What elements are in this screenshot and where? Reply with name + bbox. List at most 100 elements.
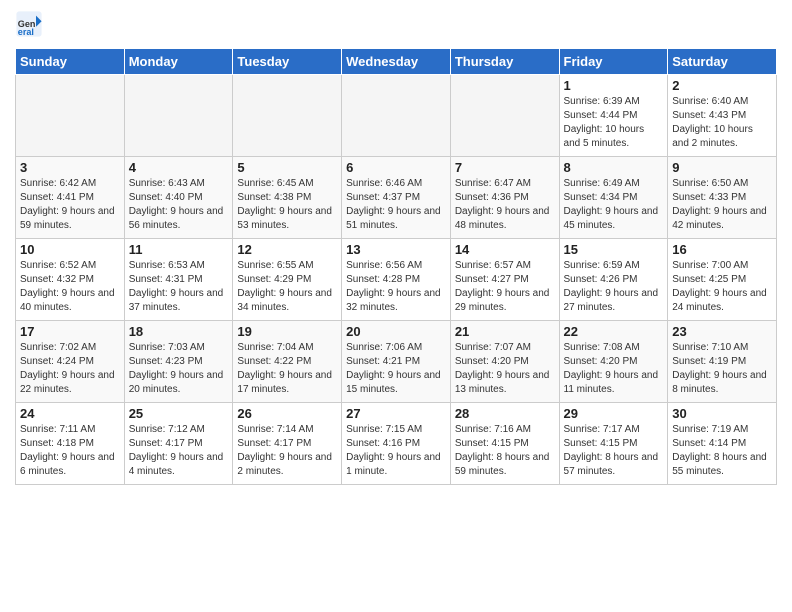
calendar-cell: 15Sunrise: 6:59 AMSunset: 4:26 PMDayligh… <box>559 239 668 321</box>
day-number: 12 <box>237 242 337 257</box>
day-info: Sunrise: 7:07 AMSunset: 4:20 PMDaylight:… <box>455 341 555 397</box>
day-number: 24 <box>20 406 120 421</box>
calendar-cell <box>342 75 451 157</box>
calendar-cell: 24 Sunrise: 7:11 AMSunset: 4:18 PMDayligh… <box>16 403 125 485</box>
calendar-header: SundayMondayTuesdayWednesdayThursdayFrid… <box>16 49 777 75</box>
calendar-cell <box>124 75 233 157</box>
day-number: 21 <box>455 324 555 339</box>
day-number: 15 <box>564 242 664 257</box>
calendar-cell: 13 Sunrise: 6:56 AMSunset: 4:28 PMDayligh… <box>342 239 451 321</box>
day-info: Sunrise: 7:04 AMSunset: 4:22 PMDaylight:… <box>237 341 337 397</box>
day-number: 14 <box>455 242 555 257</box>
page: Gen eral SundayMondayTuesdayWednesdayThu… <box>0 0 792 495</box>
day-info: Sunrise: 6:39 AMSunset: 4:44 PMDaylight:… <box>564 95 664 151</box>
calendar-cell: 16 Sunrise: 7:00 AMSunset: 4:25 PMDayligh… <box>668 239 777 321</box>
week-row-0: 1 Sunrise: 6:39 AMSunset: 4:44 PMDaylight… <box>16 75 777 157</box>
calendar-cell: 30 Sunrise: 7:19 AMSunset: 4:14 PMDayligh… <box>668 403 777 485</box>
calendar-cell <box>233 75 342 157</box>
calendar-cell: 1 Sunrise: 6:39 AMSunset: 4:44 PMDaylight… <box>559 75 668 157</box>
calendar-cell: 18Sunrise: 7:03 AMSunset: 4:23 PMDayligh… <box>124 321 233 403</box>
day-number: 5 <box>237 160 337 175</box>
day-info: Sunrise: 7:17 AMSunset: 4:15 PMDaylight:… <box>564 423 664 479</box>
day-number: 20 <box>346 324 446 339</box>
day-number: 7 <box>455 160 555 175</box>
calendar-cell: 23 Sunrise: 7:10 AMSunset: 4:19 PMDayligh… <box>668 321 777 403</box>
day-number: 8 <box>564 160 664 175</box>
header: Gen eral <box>15 10 777 38</box>
day-number: 6 <box>346 160 446 175</box>
day-info: Sunrise: 7:16 AMSunset: 4:15 PMDaylight:… <box>455 423 555 479</box>
day-info: Sunrise: 6:40 AMSunset: 4:43 PMDaylight:… <box>672 95 772 151</box>
day-number: 10 <box>20 242 120 257</box>
calendar-cell: 11 Sunrise: 6:53 AMSunset: 4:31 PMDayligh… <box>124 239 233 321</box>
day-number: 19 <box>237 324 337 339</box>
day-info: Sunrise: 6:55 AMSunset: 4:29 PMDaylight:… <box>237 259 337 315</box>
day-info: Sunrise: 6:53 AMSunset: 4:31 PMDaylight:… <box>129 259 229 315</box>
week-row-1: 3Sunrise: 6:42 AMSunset: 4:41 PMDaylight… <box>16 157 777 239</box>
calendar-cell: 14 Sunrise: 6:57 AMSunset: 4:27 PMDayligh… <box>450 239 559 321</box>
calendar-cell: 5 Sunrise: 6:45 AMSunset: 4:38 PMDaylight… <box>233 157 342 239</box>
day-number: 16 <box>672 242 772 257</box>
calendar-cell: 6Sunrise: 6:46 AMSunset: 4:37 PMDaylight… <box>342 157 451 239</box>
day-number: 22 <box>564 324 664 339</box>
calendar-body: 1 Sunrise: 6:39 AMSunset: 4:44 PMDaylight… <box>16 75 777 485</box>
day-info: Sunrise: 7:08 AMSunset: 4:20 PMDaylight:… <box>564 341 664 397</box>
day-number: 25 <box>129 406 229 421</box>
day-number: 18 <box>129 324 229 339</box>
calendar-cell: 28Sunrise: 7:16 AMSunset: 4:15 PMDayligh… <box>450 403 559 485</box>
header-thursday: Thursday <box>450 49 559 75</box>
calendar-cell <box>450 75 559 157</box>
day-info: Sunrise: 7:10 AMSunset: 4:19 PMDaylight:… <box>672 341 772 397</box>
logo: Gen eral <box>15 10 47 38</box>
day-info: Sunrise: 6:56 AMSunset: 4:28 PMDaylight:… <box>346 259 446 315</box>
day-number: 2 <box>672 78 772 93</box>
calendar-table: SundayMondayTuesdayWednesdayThursdayFrid… <box>15 48 777 485</box>
day-info: Sunrise: 7:02 AMSunset: 4:24 PMDaylight:… <box>20 341 120 397</box>
calendar-cell: 21 Sunrise: 7:07 AMSunset: 4:20 PMDayligh… <box>450 321 559 403</box>
calendar-cell: 7Sunrise: 6:47 AMSunset: 4:36 PMDaylight… <box>450 157 559 239</box>
day-number: 23 <box>672 324 772 339</box>
calendar-cell: 19 Sunrise: 7:04 AMSunset: 4:22 PMDayligh… <box>233 321 342 403</box>
calendar-cell: 12 Sunrise: 6:55 AMSunset: 4:29 PMDayligh… <box>233 239 342 321</box>
day-info: Sunrise: 7:00 AMSunset: 4:25 PMDaylight:… <box>672 259 772 315</box>
calendar-cell: 8 Sunrise: 6:49 AMSunset: 4:34 PMDaylight… <box>559 157 668 239</box>
day-number: 27 <box>346 406 446 421</box>
calendar-cell: 10Sunrise: 6:52 AMSunset: 4:32 PMDayligh… <box>16 239 125 321</box>
day-info: Sunrise: 6:43 AMSunset: 4:40 PMDaylight:… <box>129 177 229 233</box>
week-row-2: 10Sunrise: 6:52 AMSunset: 4:32 PMDayligh… <box>16 239 777 321</box>
calendar-cell: 29 Sunrise: 7:17 AMSunset: 4:15 PMDayligh… <box>559 403 668 485</box>
day-number: 30 <box>672 406 772 421</box>
day-info: Sunrise: 7:11 AMSunset: 4:18 PMDaylight:… <box>20 423 120 479</box>
day-number: 11 <box>129 242 229 257</box>
header-friday: Friday <box>559 49 668 75</box>
week-row-4: 24 Sunrise: 7:11 AMSunset: 4:18 PMDayligh… <box>16 403 777 485</box>
day-info: Sunrise: 7:15 AMSunset: 4:16 PMDaylight:… <box>346 423 446 479</box>
day-info: Sunrise: 6:45 AMSunset: 4:38 PMDaylight:… <box>237 177 337 233</box>
logo-icon: Gen eral <box>15 10 43 38</box>
calendar-cell: 26 Sunrise: 7:14 AMSunset: 4:17 PMDayligh… <box>233 403 342 485</box>
day-info: Sunrise: 6:50 AMSunset: 4:33 PMDaylight:… <box>672 177 772 233</box>
day-info: Sunrise: 7:14 AMSunset: 4:17 PMDaylight:… <box>237 423 337 479</box>
day-info: Sunrise: 6:49 AMSunset: 4:34 PMDaylight:… <box>564 177 664 233</box>
header-monday: Monday <box>124 49 233 75</box>
day-number: 9 <box>672 160 772 175</box>
svg-text:eral: eral <box>18 27 34 37</box>
calendar-cell: 22 Sunrise: 7:08 AMSunset: 4:20 PMDayligh… <box>559 321 668 403</box>
calendar-cell: 25 Sunrise: 7:12 AMSunset: 4:17 PMDayligh… <box>124 403 233 485</box>
day-number: 13 <box>346 242 446 257</box>
day-number: 4 <box>129 160 229 175</box>
day-number: 1 <box>564 78 664 93</box>
header-saturday: Saturday <box>668 49 777 75</box>
calendar-cell: 17Sunrise: 7:02 AMSunset: 4:24 PMDayligh… <box>16 321 125 403</box>
day-info: Sunrise: 7:19 AMSunset: 4:14 PMDaylight:… <box>672 423 772 479</box>
week-row-3: 17Sunrise: 7:02 AMSunset: 4:24 PMDayligh… <box>16 321 777 403</box>
day-info: Sunrise: 7:12 AMSunset: 4:17 PMDaylight:… <box>129 423 229 479</box>
day-number: 29 <box>564 406 664 421</box>
day-number: 3 <box>20 160 120 175</box>
calendar-cell: 2 Sunrise: 6:40 AMSunset: 4:43 PMDaylight… <box>668 75 777 157</box>
calendar-cell: 9 Sunrise: 6:50 AMSunset: 4:33 PMDaylight… <box>668 157 777 239</box>
day-number: 26 <box>237 406 337 421</box>
day-info: Sunrise: 6:57 AMSunset: 4:27 PMDaylight:… <box>455 259 555 315</box>
header-wednesday: Wednesday <box>342 49 451 75</box>
calendar-cell: 3Sunrise: 6:42 AMSunset: 4:41 PMDaylight… <box>16 157 125 239</box>
